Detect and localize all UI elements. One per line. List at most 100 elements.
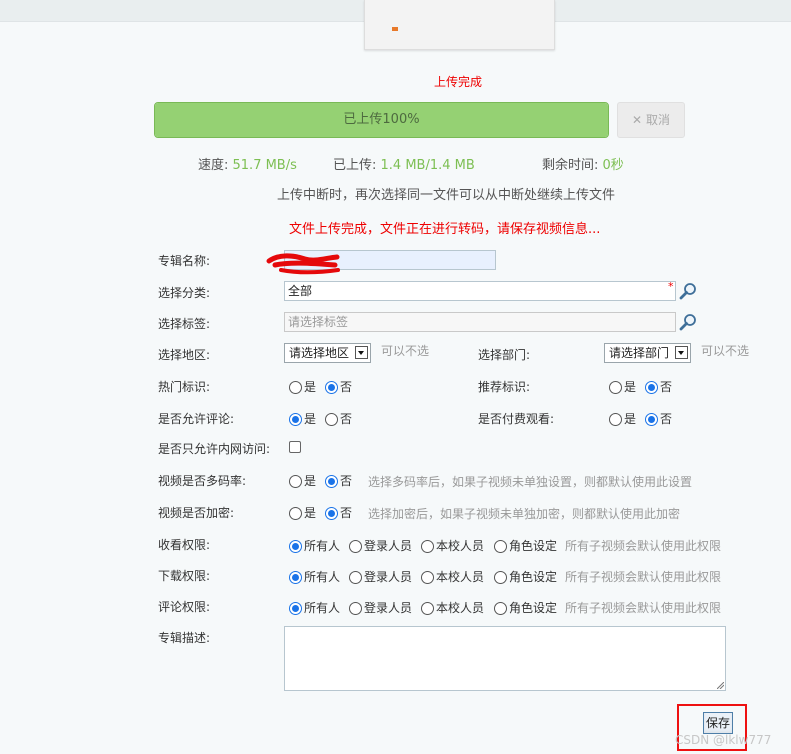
transcode-tip: 文件上传完成，文件正在进行转码，请保存视频信息...	[289, 222, 601, 237]
speed-stat: 速度: 51.7 MB/s	[198, 158, 297, 173]
magnifier-icon[interactable]	[678, 312, 698, 332]
download-perm-role-radio[interactable]	[494, 571, 507, 584]
paid-no-label: 否	[660, 412, 673, 426]
upload-status: 上传完成	[433, 75, 482, 89]
allow-comment-yes-radio[interactable]	[289, 413, 302, 426]
encrypt-no-label: 否	[340, 506, 353, 520]
recommend-label: 推荐标识:	[478, 380, 531, 394]
view-perm-all-radio[interactable]	[289, 540, 302, 553]
download-perm-login-label: 登录人员	[364, 570, 413, 584]
comment-perm-school-radio[interactable]	[421, 602, 434, 615]
view-perm-hint: 所有子视频会默认使用此权限	[565, 539, 722, 553]
encrypt-yes-radio[interactable]	[289, 507, 302, 520]
allow-comment-label: 是否允许评论:	[158, 412, 235, 426]
allow-comment-no-label: 否	[340, 412, 353, 426]
intranet-checkbox[interactable]	[289, 441, 301, 453]
uploaded-stat: 已上传: 1.4 MB/1.4 MB	[333, 158, 475, 173]
allow-comment-yes-label: 是	[304, 412, 317, 426]
dept-optional-hint: 可以不选	[701, 344, 750, 358]
speed-value: 51.7 MB/s	[232, 158, 297, 173]
comment-perm-login-label: 登录人员	[364, 601, 413, 615]
region-label: 选择地区:	[158, 348, 211, 362]
recommend-no-radio[interactable]	[645, 381, 658, 394]
comment-perm-role-radio[interactable]	[494, 602, 507, 615]
view-perm-login-label: 登录人员	[364, 539, 413, 553]
download-perm-all-radio[interactable]	[289, 571, 302, 584]
save-button[interactable]: 保存	[703, 712, 733, 734]
encrypt-label: 视频是否加密:	[158, 506, 235, 520]
dept-select[interactable]: 请选择部门	[604, 343, 691, 363]
hot-no-radio[interactable]	[325, 381, 338, 394]
progress-label: 已上传100%	[343, 112, 420, 127]
view-perm-label: 收看权限:	[158, 538, 211, 552]
comment-perm-label: 评论权限:	[158, 600, 211, 614]
multi-bitrate-label: 视频是否多码率:	[158, 474, 247, 488]
multi-bitrate-no-radio[interactable]	[325, 475, 338, 488]
magnifier-icon[interactable]	[678, 281, 698, 301]
view-perm-role-label: 角色设定	[509, 539, 558, 553]
allow-comment-no-radio[interactable]	[325, 413, 338, 426]
hot-yes-radio[interactable]	[289, 381, 302, 394]
comment-perm-role-label: 角色设定	[509, 601, 558, 615]
paid-no-radio[interactable]	[645, 413, 658, 426]
resume-tip: 上传中断时，再次选择同一文件可以从中断处继续上传文件	[277, 188, 616, 203]
required-mark: *	[668, 280, 674, 293]
view-perm-login-radio[interactable]	[349, 540, 362, 553]
encrypt-hint: 选择加密后，如果子视频未单独加密，则都默认使用此加密	[368, 507, 681, 521]
region-optional-hint: 可以不选	[381, 344, 430, 358]
view-perm-school-radio[interactable]	[421, 540, 434, 553]
intranet-label: 是否只允许内网访问:	[158, 442, 271, 456]
file-icon	[392, 27, 398, 31]
multi-bitrate-yes-label: 是	[304, 474, 317, 488]
view-perm-all-label: 所有人	[304, 539, 341, 553]
paid-yes-radio[interactable]	[609, 413, 622, 426]
comment-perm-all-radio[interactable]	[289, 602, 302, 615]
recommend-yes-radio[interactable]	[609, 381, 622, 394]
download-perm-all-label: 所有人	[304, 570, 341, 584]
file-picker-tab[interactable]	[364, 0, 555, 50]
dept-label: 选择部门:	[478, 348, 531, 362]
multi-bitrate-no-label: 否	[340, 474, 353, 488]
encrypt-no-radio[interactable]	[325, 507, 338, 520]
recommend-no-label: 否	[660, 380, 673, 394]
watermark: CSDN @lklw777	[675, 733, 772, 747]
cancel-button[interactable]: ✕ 取消	[617, 102, 685, 138]
multi-bitrate-yes-radio[interactable]	[289, 475, 302, 488]
resize-handle-icon[interactable]	[717, 682, 724, 689]
upload-progress-bar: 已上传100%	[154, 102, 609, 138]
remaining-stat: 剩余时间: 0秒	[542, 158, 624, 173]
comment-perm-all-label: 所有人	[304, 601, 341, 615]
album-name-label: 专辑名称:	[158, 254, 211, 268]
hot-label: 热门标识:	[158, 380, 211, 394]
download-perm-school-label: 本校人员	[436, 570, 485, 584]
dropdown-arrow-icon	[675, 346, 688, 359]
download-perm-hint: 所有子视频会默认使用此权限	[565, 570, 722, 584]
paid-yes-label: 是	[624, 412, 637, 426]
cancel-label: 取消	[645, 113, 670, 127]
multi-bitrate-hint: 选择多码率后，如果子视频未单独设置，则都默认使用此设置	[368, 475, 693, 489]
download-perm-role-label: 角色设定	[509, 570, 558, 584]
hot-no-label: 否	[340, 380, 353, 394]
download-perm-label: 下载权限:	[158, 569, 211, 583]
dropdown-arrow-icon	[355, 346, 368, 359]
desc-label: 专辑描述:	[158, 631, 211, 645]
view-perm-role-radio[interactable]	[494, 540, 507, 553]
tags-label: 选择标签:	[158, 317, 211, 331]
recommend-yes-label: 是	[624, 380, 637, 394]
encrypt-yes-label: 是	[304, 506, 317, 520]
remaining-value: 0秒	[602, 158, 624, 173]
view-perm-school-label: 本校人员	[436, 539, 485, 553]
redaction-scribble	[266, 253, 340, 275]
download-perm-school-radio[interactable]	[421, 571, 434, 584]
comment-perm-login-radio[interactable]	[349, 602, 362, 615]
comment-perm-hint: 所有子视频会默认使用此权限	[565, 601, 722, 615]
hot-yes-label: 是	[304, 380, 317, 394]
download-perm-login-radio[interactable]	[349, 571, 362, 584]
region-select[interactable]: 请选择地区	[284, 343, 371, 363]
paid-label: 是否付费观看:	[478, 412, 555, 426]
category-input[interactable]: 全部	[284, 281, 676, 301]
comment-perm-school-label: 本校人员	[436, 601, 485, 615]
uploaded-value: 1.4 MB/1.4 MB	[380, 158, 475, 173]
desc-textarea[interactable]	[284, 626, 726, 691]
tags-input[interactable]: 请选择标签	[284, 312, 676, 332]
